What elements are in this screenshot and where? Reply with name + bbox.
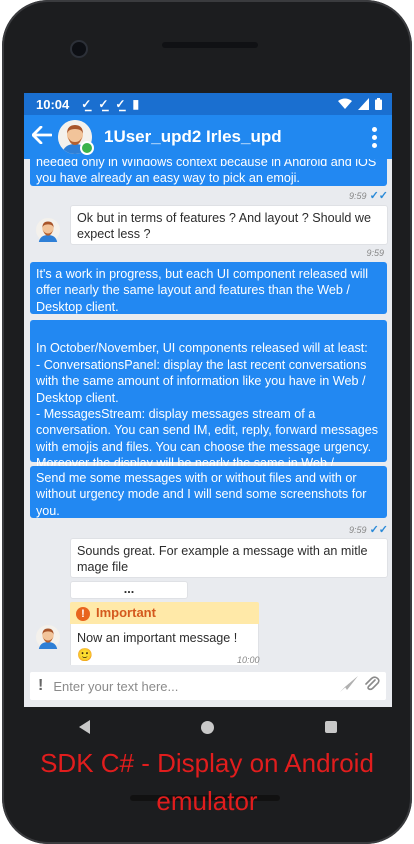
contact-avatar-small — [36, 218, 60, 242]
outgoing-message: In October/November, UI components relea… — [30, 320, 387, 487]
phone-frame: 10:04 ✓̲ ✓̲ ✓̲ ▮ 1User_upd2 Irles_upd ne… — [2, 0, 412, 844]
input-placeholder[interactable]: Enter your text here... — [53, 679, 334, 694]
message-text: Send me some messages with or without fi… — [36, 471, 367, 518]
message-text: Now an important message ! 🙂 — [70, 624, 259, 665]
speaker-grille — [162, 42, 258, 48]
message-meta: 9:59 ✓✓ — [349, 189, 388, 202]
message-time: 9:59 — [366, 248, 384, 258]
compose-bar: ! Enter your text here... — [24, 665, 392, 707]
back-arrow-icon[interactable] — [31, 124, 58, 150]
message-input[interactable]: ! Enter your text here... — [30, 672, 386, 700]
android-nav-bar — [24, 712, 392, 742]
send-icon[interactable] — [340, 675, 358, 697]
message-meta: 9:59 ✓✓ — [349, 523, 388, 536]
double-check-icon: ✓✓ — [369, 190, 388, 202]
app-bar: 1User_upd2 Irles_upd — [24, 115, 392, 159]
outgoing-message: It's a work in progress, but each UI com… — [30, 262, 387, 314]
message-text: In October/November, UI components relea… — [36, 341, 379, 486]
app-screen: 10:04 ✓̲ ✓̲ ✓̲ ▮ 1User_upd2 Irles_upd ne… — [24, 93, 392, 707]
caption-line-2: emulator — [156, 786, 258, 816]
incoming-message: Ok but in terms of features ? And layout… — [70, 205, 388, 245]
check-notification-icon: ✓̲ — [115, 97, 126, 111]
message-text: Ok but in terms of features ? And layout… — [77, 211, 372, 242]
battery-icon — [375, 98, 382, 110]
attachment-text: ... — [123, 582, 135, 596]
nav-back-icon[interactable] — [79, 720, 91, 734]
important-header: ! Important — [70, 602, 259, 625]
contact-avatar[interactable] — [58, 120, 94, 155]
check-notification-icon: ✓̲ — [81, 97, 92, 111]
outgoing-message: needed only in Windows context because i… — [30, 159, 387, 186]
online-status-dot — [80, 141, 94, 155]
message-text: It's a work in progress, but each UI com… — [36, 267, 369, 314]
nav-home-icon[interactable] — [200, 720, 214, 734]
messages-stream[interactable]: needed only in Windows context because i… — [24, 159, 392, 665]
check-notification-icon: ✓̲ — [98, 97, 109, 111]
signal-icon — [358, 98, 369, 110]
more-options-icon[interactable] — [364, 126, 384, 148]
camera-icon — [70, 40, 88, 58]
nav-recents-icon[interactable] — [324, 721, 337, 733]
conversation-title: 1User_upd2 Irles_upd — [104, 127, 282, 146]
message-text: Sounds great. For example a message with… — [77, 544, 368, 575]
caption-line-1: SDK C# - Display on Android — [40, 748, 374, 778]
message-text: needed only in Windows context because i… — [36, 159, 377, 186]
warning-icon: ! — [76, 607, 90, 621]
status-time: 10:04 — [36, 96, 70, 112]
important-label: Important — [96, 605, 156, 620]
important-message: ! Important Now an important message ! 🙂 — [70, 602, 259, 665]
file-attachment-placeholder[interactable]: ... — [70, 581, 188, 599]
paperclip-icon[interactable] — [364, 675, 380, 697]
urgency-exclamation-icon[interactable]: ! — [38, 677, 43, 695]
outgoing-message: Send me some messages with or without fi… — [30, 466, 387, 518]
status-bar: 10:04 ✓̲ ✓̲ ✓̲ ▮ — [24, 93, 392, 115]
sd-card-icon: ▮ — [132, 97, 140, 111]
incoming-message: Sounds great. For example a message with… — [70, 538, 388, 578]
message-time: 9:59 — [349, 191, 367, 201]
wifi-icon — [338, 98, 352, 109]
message-time: 10:00 — [237, 655, 260, 665]
contact-avatar-small — [36, 625, 60, 649]
message-time: 9:59 — [349, 525, 367, 535]
double-check-icon: ✓✓ — [369, 524, 388, 536]
